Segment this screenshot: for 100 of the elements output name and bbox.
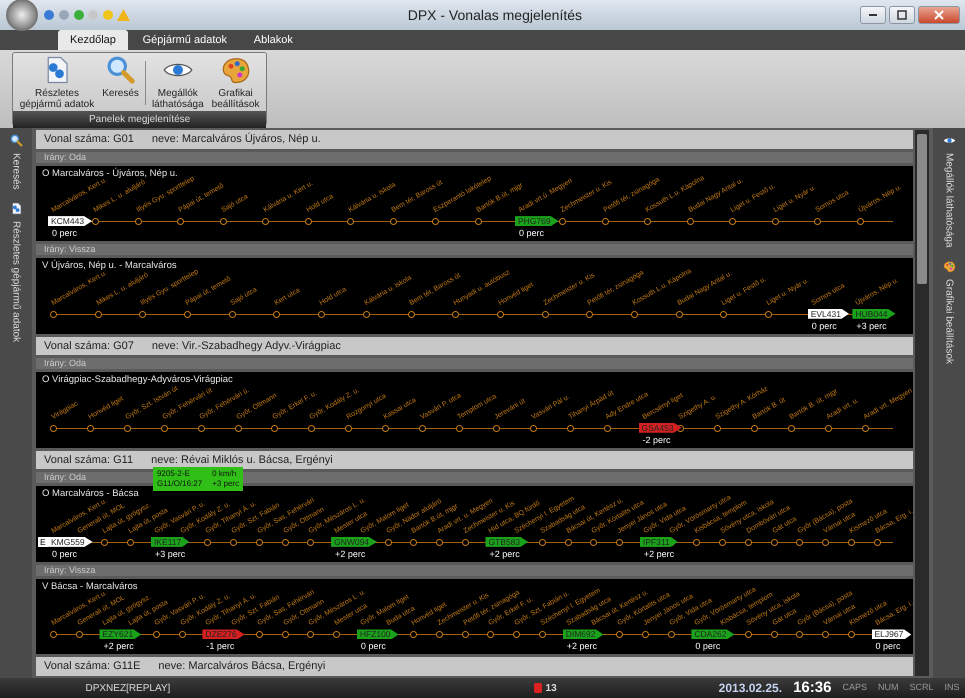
stop-icon (101, 538, 108, 546)
tooltip-line: +3 perc (212, 478, 240, 489)
route-title: O Marcalváros - Bácsa (42, 488, 139, 500)
stop-icon (345, 424, 352, 432)
sidebar-tab[interactable]: Keresés (8, 132, 24, 192)
stop-icon (564, 538, 572, 546)
alert-count: 13 (546, 682, 557, 696)
sidebar-tab[interactable]: Grafikai beállítások (942, 258, 956, 366)
stop-icon (177, 218, 184, 226)
vehicle-tag[interactable]: KMG559 (48, 536, 93, 547)
stop-icon (496, 310, 504, 318)
vehicle-delay: +2 perc (644, 548, 674, 559)
status-date: 2013.02.25. (718, 680, 782, 697)
stop-icon (333, 631, 340, 638)
stop-icon (362, 310, 370, 318)
ribbon-tab[interactable]: Kezdőlap (58, 30, 128, 50)
session-label: DPXNEZ[REPLAY] (86, 682, 170, 696)
vehicle-delay: 0 perc (695, 641, 720, 652)
stop-icon (410, 538, 418, 546)
stop-icon (744, 538, 752, 546)
stop-icon (825, 424, 832, 432)
vehicle-tag[interactable]: ELJ967 (872, 629, 912, 640)
close-button[interactable] (918, 6, 960, 24)
alert-icon[interactable] (532, 682, 543, 694)
stop-icon (304, 218, 312, 226)
minimize-button[interactable] (860, 6, 886, 24)
stop-icon (474, 218, 482, 226)
stop-icon (770, 631, 778, 638)
line-number: Vonal száma: G07 (44, 338, 134, 354)
stop-icon (720, 310, 728, 318)
stop-icon (432, 218, 440, 226)
sidebar-tab[interactable]: Részletes gépjármű adatok (8, 200, 24, 344)
vehicle-tag[interactable]: PHG769 (514, 216, 559, 226)
vehicle-tag[interactable]: IKE117 (150, 536, 190, 547)
stop-icon (282, 538, 289, 546)
ribbon-button[interactable]: Keresés (98, 53, 143, 111)
ribbon-tab[interactable]: Ablakok (242, 30, 305, 50)
vehicle-tag[interactable]: EZY621 (99, 629, 142, 640)
stop-icon (616, 538, 624, 546)
line-number: Vonal száma: G11E (44, 659, 140, 674)
vehicle-delay: 0 perc (52, 548, 78, 559)
line-name: neve: Vir.-Szabadhegy Adyv.-Virágpiac (152, 338, 341, 354)
app-menu-button[interactable] (6, 0, 38, 31)
ribbon-button[interactable]: Grafikai beállítások (208, 53, 264, 111)
vehicle-tag[interactable]: EVL431 (808, 308, 849, 319)
sidebar-tab[interactable]: Megállók láthatósága (942, 132, 956, 250)
stop-icon (788, 424, 796, 432)
stop-icon (714, 424, 722, 432)
ribbon-button[interactable]: Megállók láthatósága (148, 53, 208, 111)
ribbon-tab[interactable]: Gépjármű adatok (130, 30, 240, 50)
toolbar-icon[interactable] (72, 9, 84, 21)
palette-icon (942, 260, 956, 273)
stop-icon (630, 310, 638, 318)
stop-icon (642, 631, 649, 638)
stop-icon (152, 631, 160, 638)
stop-icon (586, 310, 594, 318)
stop-icon (139, 310, 146, 318)
scrollbar[interactable] (915, 130, 929, 676)
stop-icon (668, 631, 675, 638)
ribbon-button[interactable]: Részletes gépjármű adatok (16, 53, 98, 111)
vehicle-tag[interactable]: KCM443 (48, 216, 92, 226)
stop-icon (262, 218, 270, 226)
stop-icon (220, 218, 227, 226)
stop-icon (538, 631, 546, 638)
vehicle-tag[interactable]: HUB044 (852, 308, 896, 319)
direction-label: Irány: Oda (36, 152, 913, 162)
stop-icon (822, 538, 830, 546)
search-icon (106, 55, 136, 85)
stop-icon (204, 538, 212, 546)
stop-icon (487, 631, 494, 638)
stop-icon (178, 631, 186, 638)
stop-icon (307, 538, 314, 546)
stop-icon (744, 631, 752, 638)
stop-icon (271, 424, 278, 432)
tooltip-line: 9205-2-E (156, 468, 191, 479)
stop-icon (127, 538, 134, 546)
stop-icon (94, 310, 102, 318)
stop-icon (436, 631, 444, 638)
toolbar-icon[interactable] (58, 9, 70, 21)
stop-icon (184, 310, 192, 318)
vehicle-tag[interactable]: DIM692 (562, 629, 604, 640)
vehicle-tag[interactable]: CDA262 (691, 629, 734, 640)
vehicle-tag[interactable]: GNW094 (331, 536, 378, 547)
stop-icon (676, 310, 683, 318)
toolbar-icon[interactable] (43, 9, 55, 21)
vehicle-tag[interactable]: IPF311 (640, 536, 678, 547)
vehicle-delay: +3 perc (154, 548, 186, 559)
stop-icon (874, 538, 880, 546)
stop-icon (602, 218, 609, 226)
document-icon (10, 202, 22, 215)
maximize-button[interactable] (888, 6, 915, 24)
stop-icon (234, 424, 242, 432)
vehicle-delay: -2 perc (642, 434, 671, 445)
vehicle-tag[interactable]: HFZ100 (356, 629, 399, 640)
stop-icon (559, 218, 566, 226)
vehicle-tag[interactable]: GTB583 (485, 536, 528, 547)
route-title: O Virágpiac-Szabadhegy-Adyváros-Virágpiac (42, 374, 233, 386)
line-name: neve: Marcalváros Bácsa, Ergényi (158, 659, 326, 674)
route-title: V Bácsa - Marcalváros (42, 580, 138, 592)
route-title: O Marcalváros - Újváros, Nép u. (42, 168, 178, 178)
